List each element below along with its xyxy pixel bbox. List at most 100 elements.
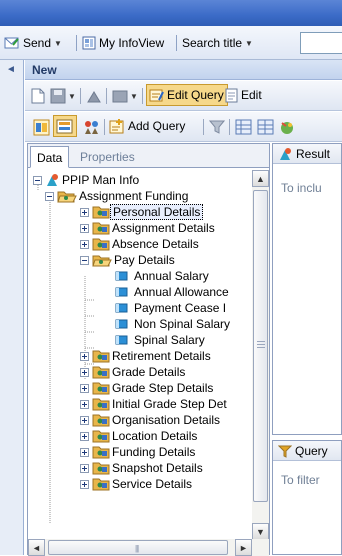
vertical-scrollbar[interactable]: ▲ ▼ bbox=[252, 170, 269, 540]
chevron-down-icon[interactable]: ▼ bbox=[68, 85, 76, 107]
filter-icon[interactable] bbox=[209, 116, 225, 138]
view-icon[interactable] bbox=[112, 85, 128, 107]
expand-toggle-icon[interactable] bbox=[80, 431, 89, 441]
folder-icon bbox=[92, 477, 110, 491]
object-icon bbox=[115, 334, 129, 346]
collapse-arrow-icon[interactable]: ◄ bbox=[6, 64, 16, 75]
scrollbar-thumb[interactable]: ||| bbox=[48, 540, 228, 555]
tree-item-annual-allowance[interactable]: Annual Allowance bbox=[115, 284, 231, 300]
edit-query-icon bbox=[149, 88, 164, 103]
tree-item-payment-cease[interactable]: Payment Cease I bbox=[115, 300, 228, 316]
navigation-toolbar: Send ▼ My InfoView Search title ▼ bbox=[0, 26, 342, 60]
tree-item-personal-details[interactable]: Personal Details bbox=[80, 204, 204, 220]
scroll-down-icon[interactable]: ▼ bbox=[252, 523, 269, 540]
tree-item-grade-step-details[interactable]: Grade Step Details bbox=[80, 380, 215, 396]
collapse-toggle-icon[interactable] bbox=[45, 191, 54, 201]
tree-item-annual-salary[interactable]: Annual Salary bbox=[115, 268, 211, 284]
title-bar bbox=[0, 0, 342, 26]
chevron-down-icon[interactable]: ▼ bbox=[130, 85, 138, 107]
tree-item-pay-details[interactable]: Pay Details bbox=[80, 252, 177, 268]
expand-toggle-icon[interactable] bbox=[80, 383, 89, 393]
folder-icon bbox=[92, 221, 110, 235]
tree-item-assignment-details[interactable]: Assignment Details bbox=[80, 220, 217, 236]
filter-icon bbox=[278, 444, 292, 458]
print-icon[interactable] bbox=[86, 85, 102, 107]
combined-query-icon[interactable] bbox=[83, 116, 100, 138]
search-title-dropdown[interactable]: Search title ▼ bbox=[182, 34, 253, 52]
tab-data[interactable]: Data bbox=[30, 146, 70, 168]
query-toolbar: Add Query bbox=[25, 112, 342, 142]
toolbar-separator bbox=[80, 88, 81, 104]
query-filters-panel: Query To filter bbox=[272, 440, 342, 555]
scrollbar-thumb[interactable] bbox=[253, 190, 268, 502]
tree-item-absence-details[interactable]: Absence Details bbox=[80, 236, 201, 252]
toolbar-separator bbox=[176, 35, 177, 51]
expand-toggle-icon[interactable] bbox=[80, 479, 89, 489]
tree-item-non-spinal-salary[interactable]: Non Spinal Salary bbox=[115, 316, 232, 332]
expand-toggle-icon[interactable] bbox=[80, 223, 89, 233]
result-objects-panel: Result To inclu bbox=[272, 143, 342, 435]
toolbar-separator bbox=[104, 119, 105, 135]
scroll-left-icon[interactable]: ◄ bbox=[28, 539, 45, 556]
scroll-up-icon[interactable]: ▲ bbox=[252, 170, 269, 187]
data-manager-icon[interactable] bbox=[53, 115, 77, 137]
toolbar-separator bbox=[106, 88, 107, 104]
grid-view-icon[interactable] bbox=[257, 116, 274, 138]
result-objects-icon bbox=[278, 147, 293, 161]
edit-query-button[interactable]: Edit Query bbox=[146, 84, 228, 106]
open-folder-icon bbox=[92, 253, 112, 267]
collapse-toggle-icon[interactable] bbox=[33, 175, 42, 185]
tree-item-funding-details[interactable]: Funding Details bbox=[80, 444, 197, 460]
tree-label: Spinal Salary bbox=[134, 333, 205, 347]
folder-icon bbox=[92, 461, 110, 475]
tree-item-ppip-man-info[interactable]: PPIP Man Info bbox=[33, 172, 141, 188]
tree-item-retirement-details[interactable]: Retirement Details bbox=[80, 348, 213, 364]
tree-item-grade-details[interactable]: Grade Details bbox=[80, 364, 187, 380]
tree-label: Initial Grade Step Det bbox=[112, 397, 227, 411]
query-filters-title: Query bbox=[295, 443, 328, 458]
scroll-right-icon[interactable]: ► bbox=[235, 539, 252, 556]
expand-toggle-icon[interactable] bbox=[80, 463, 89, 473]
expand-toggle-icon[interactable] bbox=[80, 239, 89, 249]
folder-icon bbox=[92, 429, 110, 443]
new-document-icon[interactable] bbox=[31, 85, 45, 107]
toolbar-separator bbox=[229, 119, 230, 135]
add-query-button[interactable]: Add Query bbox=[109, 115, 185, 137]
grip-icon bbox=[257, 341, 265, 348]
tree-item-location-details[interactable]: Location Details bbox=[80, 428, 199, 444]
object-icon bbox=[115, 302, 129, 314]
edit-query-label: Edit Query bbox=[167, 88, 224, 102]
expand-toggle-icon[interactable] bbox=[80, 399, 89, 409]
edit-button[interactable]: Edit bbox=[225, 84, 262, 106]
save-icon[interactable] bbox=[50, 85, 66, 107]
tree-label: Service Details bbox=[112, 477, 193, 491]
tab-properties[interactable]: Properties bbox=[74, 146, 141, 168]
folder-icon bbox=[92, 349, 110, 363]
query-panel-icon[interactable] bbox=[33, 116, 50, 138]
expand-toggle-icon[interactable] bbox=[80, 447, 89, 457]
send-menu[interactable]: Send ▼ bbox=[4, 34, 62, 52]
tree-item-service-details[interactable]: Service Details bbox=[80, 476, 194, 492]
tree-item-initial-grade-step-details[interactable]: Initial Grade Step Det bbox=[80, 396, 229, 412]
send-label: Send bbox=[23, 36, 52, 50]
tree-item-snapshot-details[interactable]: Snapshot Details bbox=[80, 460, 205, 476]
tree-label: Pay Details bbox=[114, 253, 175, 267]
my-infoview-button[interactable]: My InfoView bbox=[82, 34, 164, 52]
tree-item-organisation-details[interactable]: Organisation Details bbox=[80, 412, 222, 428]
search-input[interactable] bbox=[300, 32, 342, 54]
universe-icon[interactable] bbox=[279, 116, 295, 138]
expand-toggle-icon[interactable] bbox=[80, 351, 89, 361]
left-strip: ◄ bbox=[0, 60, 24, 555]
document-header: New bbox=[25, 60, 342, 80]
tree-label: Location Details bbox=[112, 429, 198, 443]
tree-item-spinal-salary[interactable]: Spinal Salary bbox=[115, 332, 207, 348]
table-view-icon[interactable] bbox=[235, 116, 252, 138]
expand-toggle-icon[interactable] bbox=[80, 415, 89, 425]
expand-toggle-icon[interactable] bbox=[80, 367, 89, 377]
expand-toggle-icon[interactable] bbox=[80, 207, 89, 217]
horizontal-scrollbar[interactable]: ◄ ||| ► bbox=[28, 539, 269, 556]
tree-item-assignment-funding[interactable]: Assignment Funding bbox=[45, 188, 190, 204]
tree-label: Personal Details bbox=[110, 204, 204, 220]
collapse-toggle-icon[interactable] bbox=[80, 255, 89, 265]
object-icon bbox=[115, 286, 129, 298]
